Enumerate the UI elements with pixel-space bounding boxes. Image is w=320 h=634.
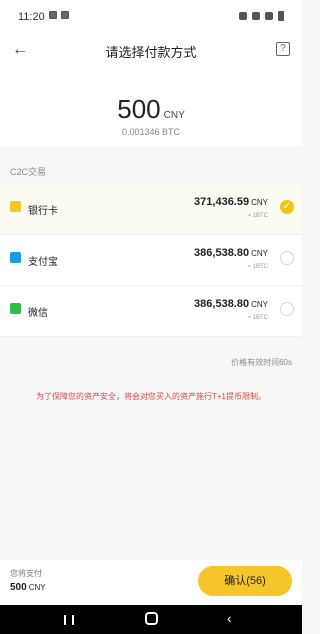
nav-back-icon[interactable]: ‹ [227,610,232,626]
price-valid-time: 价格有效时间60s [231,358,292,367]
payment-price: 371,436.59 CNY [194,196,268,208]
payment-option-wechat[interactable]: 微信 386,538.80 CNY ≈ 1BTC [0,286,302,337]
page-title: 请选择付款方式 [105,45,197,60]
amount-summary: 500 CNY 0.001346 BTC [0,68,302,146]
radio-unselected[interactable] [280,302,294,316]
wifi-icon [252,12,260,20]
payment-option-alipay[interactable]: 支付宝 386,538.80 CNY ≈ 1BTC [0,235,302,286]
image-icon [49,11,57,19]
section-label: C2C交易 [10,167,47,177]
check-icon [61,11,69,19]
confirm-button[interactable]: 确认(56) [198,566,292,596]
battery-icon [278,11,284,21]
amount-value: 500 CNY [0,94,302,125]
help-icon[interactable]: ? [276,42,290,56]
pay-amount: 500 CNY [10,582,46,593]
status-right-icons [239,11,284,21]
payment-footer: 您将支付 500 CNY 确认(56) [0,560,302,605]
payment-method-list: 银行卡 371,436.59 CNY ≈ 1BTC ✓ 支付宝 386,538.8… [0,184,302,337]
recents-icon[interactable] [64,615,74,625]
radio-unselected[interactable] [280,251,294,265]
selected-check-icon[interactable]: ✓ [280,200,294,214]
app-header: ← 请选择付款方式 ? [0,34,302,68]
security-notice: 为了保障您的资产安全，将会对您买入的资产施行T+1提币限制。 [35,392,266,401]
signal-icon [265,12,273,20]
system-nav-bar: ‹ [0,605,302,634]
payment-rate: ≈ 1BTC [247,315,268,321]
payment-price: 386,538.80 CNY [194,298,268,310]
status-time: 11:20 [18,11,45,23]
amount-number: 500 [117,94,161,124]
payment-price: 386,538.80 CNY [194,247,268,259]
alarm-icon [239,12,247,20]
payment-name: 微信 [28,308,48,319]
payment-rate: ≈ 1BTC [247,264,268,270]
payment-name: 银行卡 [28,206,58,217]
status-bar: 11:20 [0,0,302,34]
amount-btc: 0.001346 BTC [121,127,181,137]
amount-currency: CNY [163,110,185,121]
alipay-icon [10,252,21,263]
payment-option-bank-card[interactable]: 银行卡 371,436.59 CNY ≈ 1BTC ✓ [0,184,302,235]
payment-name: 支付宝 [28,257,58,268]
wechat-icon [10,303,21,314]
payment-rate: ≈ 1BTC [247,213,268,219]
bank-card-icon [10,201,21,212]
pay-label: 您将支付 [10,569,42,578]
home-icon[interactable] [145,612,158,625]
status-left-icons [49,11,69,19]
